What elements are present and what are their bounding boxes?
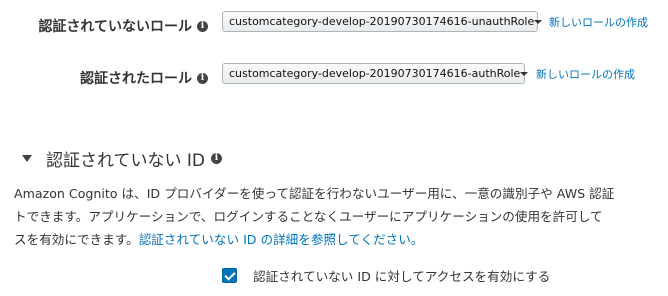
description-line: スを有効にできます。 xyxy=(14,232,139,247)
details-link[interactable]: 認証されていない ID の詳細を参照してください。 xyxy=(139,232,424,247)
unauth-role-select[interactable]: customcategory-develop-20190730174616-un… xyxy=(222,11,543,32)
auth-role-select[interactable]: customcategory-develop-20190730174616-au… xyxy=(222,63,529,84)
description-line-with-link: スを有効にできます。認証されていない ID の詳細を参照してください。 xyxy=(14,228,668,251)
unauth-identities-section-header[interactable]: 認証されていない ID i xyxy=(22,146,222,171)
unauth-role-label: 認証されていないロール xyxy=(38,19,192,35)
section-description: Amazon Cognito は、ID プロバイダーを使って認証を行わないユーザ… xyxy=(14,182,668,251)
description-line: トできます。アプリケーションで、ログインすることなくユーザーにアプリケーションの… xyxy=(14,209,603,224)
enable-unauth-access-label[interactable]: 認証されていない ID に対してアクセスを有効にする xyxy=(253,266,550,285)
description-line: Amazon Cognito は、ID プロバイダーを使って認証を行わないユーザ… xyxy=(14,186,615,201)
triangle-down-icon[interactable] xyxy=(22,155,32,162)
caret-down-icon xyxy=(520,71,529,76)
unauth-role-selected-value: customcategory-develop-20190730174616-un… xyxy=(229,15,535,28)
info-icon[interactable]: i xyxy=(197,72,208,84)
auth-role-label-wrap: 認証されたロール i xyxy=(0,68,208,88)
enable-unauth-access-row: 認証されていない ID に対してアクセスを有効にする xyxy=(222,266,550,285)
auth-create-role-link[interactable]: 新しいロールの作成 xyxy=(536,66,635,82)
info-icon[interactable]: i xyxy=(211,153,222,164)
section-title: 認証されていない ID xyxy=(46,151,205,171)
auth-role-selected-value: customcategory-develop-20190730174616-au… xyxy=(229,67,521,80)
info-icon[interactable]: i xyxy=(197,20,208,32)
enable-unauth-access-checkbox[interactable] xyxy=(222,268,237,283)
unauth-role-label-wrap: 認証されていないロール i xyxy=(0,16,208,36)
auth-role-label: 認証されたロール xyxy=(80,71,192,87)
unauth-create-role-link[interactable]: 新しいロールの作成 xyxy=(549,14,648,30)
caret-down-icon xyxy=(534,19,543,24)
